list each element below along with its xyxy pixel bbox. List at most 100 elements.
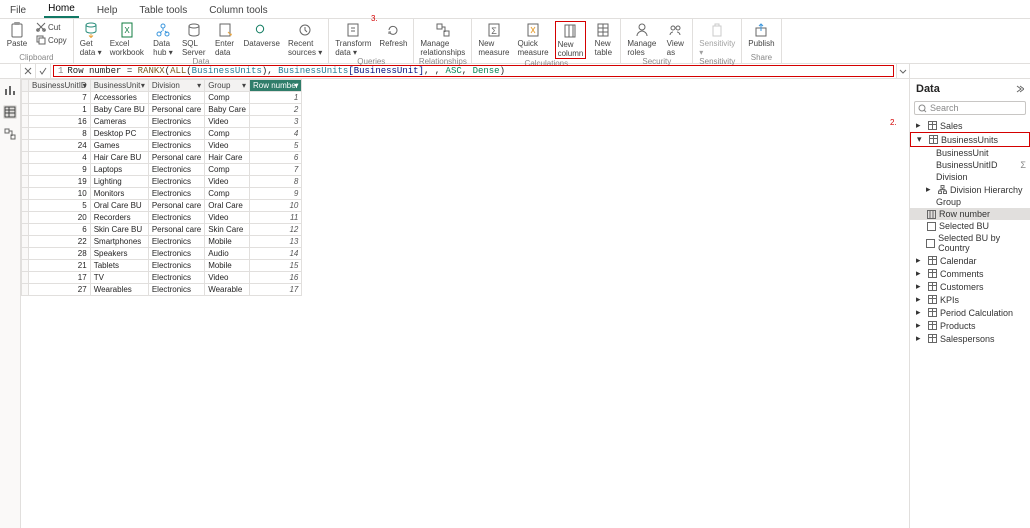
table-row[interactable]: 16CamerasElectronicsVideo3 — [22, 116, 302, 128]
chevron-down-icon[interactable]: ▾ — [292, 81, 300, 89]
tab-help[interactable]: Help — [93, 3, 122, 18]
table-period-calculation[interactable]: ▸ Period Calculation — [910, 306, 1030, 319]
chevron-right-icon: ▸ — [926, 184, 934, 195]
col-header-businessunit[interactable]: BusinessUnit▾ — [90, 80, 148, 92]
table-icon — [928, 135, 938, 145]
get-data-button[interactable]: Get data ▾ — [78, 21, 104, 57]
col-header-businessunitid[interactable]: BusinessUnitID▾ — [29, 80, 91, 92]
table-row[interactable]: 24GamesElectronicsVideo5 — [22, 140, 302, 152]
cell-group: Comp — [205, 92, 250, 104]
ribbon-group-security: Manage roles View as Security — [621, 19, 693, 63]
table-row[interactable]: 20RecordersElectronicsVideo11 — [22, 212, 302, 224]
sensitivity-button[interactable]: Sensitivity ▾ — [697, 21, 737, 57]
table-businessunits[interactable]: ▾ BusinessUnits — [910, 132, 1030, 147]
cell-group: Baby Care — [205, 104, 250, 116]
chevron-down-icon[interactable]: ▾ — [81, 81, 89, 89]
report-view-button[interactable] — [3, 83, 17, 97]
new-column-button[interactable]: New column — [555, 21, 587, 59]
data-hub-button[interactable]: Data hub ▾ — [150, 21, 176, 57]
excel-workbook-button[interactable]: X Excel workbook — [108, 21, 146, 57]
table-row[interactable]: 22SmartphonesElectronicsMobile13 — [22, 236, 302, 248]
cell-businessunit: Desktop PC — [90, 128, 148, 140]
manage-relationships-button[interactable]: Manage relationships — [418, 21, 467, 57]
data-view-button[interactable] — [3, 105, 17, 119]
field-businessunitid[interactable]: BusinessUnitID Σ — [910, 159, 1030, 171]
tab-home[interactable]: Home — [44, 1, 79, 18]
sql-server-button[interactable]: SQL Server — [180, 21, 208, 57]
view-as-button[interactable]: View as — [662, 21, 688, 57]
field-businessunit[interactable]: BusinessUnit — [910, 147, 1030, 159]
publish-icon — [753, 22, 769, 38]
svg-text:Σ: Σ — [491, 26, 497, 36]
panel-title: Data — [916, 83, 940, 95]
scissors-icon — [36, 22, 46, 32]
table-row[interactable]: 9LaptopsElectronicsComp7 — [22, 164, 302, 176]
data-table-area[interactable]: BusinessUnitID▾ BusinessUnit▾ Division▾ … — [21, 79, 909, 528]
cell-division: Electronics — [148, 116, 204, 128]
panel-collapse-button[interactable] — [1014, 84, 1024, 94]
tab-table-tools[interactable]: Table tools — [135, 3, 191, 18]
quick-measure-button[interactable]: Quick measure — [515, 21, 550, 57]
table-row[interactable]: 6Skin Care BUPersonal careSkin Care12 — [22, 224, 302, 236]
table-row[interactable]: 4Hair Care BUPersonal careHair Care6 — [22, 152, 302, 164]
table-row[interactable]: 1Baby Care BUPersonal careBaby Care2 — [22, 104, 302, 116]
chevron-down-icon[interactable]: ▾ — [139, 81, 147, 89]
manage-roles-button[interactable]: Manage roles — [625, 21, 658, 57]
field-row-number[interactable]: Row number — [910, 208, 1030, 220]
fields-search-input[interactable]: Search — [914, 101, 1026, 115]
table-kpis[interactable]: ▸ KPIs — [910, 293, 1030, 306]
model-view-button[interactable] — [3, 127, 17, 141]
ribbon-group-clipboard: Paste Cut Copy Clipboard — [0, 19, 74, 63]
cell-division: Electronics — [148, 164, 204, 176]
field-group[interactable]: Group — [910, 196, 1030, 208]
paste-button[interactable]: Paste — [4, 21, 30, 48]
col-header-group[interactable]: Group▾ — [205, 80, 250, 92]
field-division[interactable]: Division — [910, 171, 1030, 183]
table-row[interactable]: 27WearablesElectronicsWearable17 — [22, 284, 302, 296]
refresh-icon — [385, 22, 401, 38]
new-table-button[interactable]: New table — [590, 21, 616, 57]
tab-file[interactable]: File — [6, 3, 30, 18]
table-row[interactable]: 7AccessoriesElectronicsComp1 — [22, 92, 302, 104]
table-customers[interactable]: ▸ Customers — [910, 280, 1030, 293]
copy-button[interactable]: Copy — [34, 34, 69, 46]
tab-column-tools[interactable]: Column tools — [205, 3, 271, 18]
table-sales[interactable]: ▸ Sales — [910, 119, 1030, 132]
table-row[interactable]: 8Desktop PCElectronicsComp4 — [22, 128, 302, 140]
formula-cancel-button[interactable] — [21, 64, 36, 78]
chevron-down-icon[interactable]: ▾ — [195, 81, 203, 89]
table-row[interactable]: 17TVElectronicsVideo16 — [22, 272, 302, 284]
dataverse-button[interactable]: Dataverse — [242, 21, 282, 48]
table-products[interactable]: ▸ Products — [910, 319, 1030, 332]
refresh-button[interactable]: Refresh — [377, 21, 409, 48]
new-measure-button[interactable]: Σ New measure — [476, 21, 511, 57]
field-division-hierarchy[interactable]: ▸ Division Hierarchy — [910, 183, 1030, 196]
view-as-icon — [667, 22, 683, 38]
cell-row-number: 12 — [249, 224, 301, 236]
chevron-down-icon[interactable]: ▾ — [240, 81, 248, 89]
col-header-division[interactable]: Division▾ — [148, 80, 204, 92]
table-salespersons[interactable]: ▸ Salespersons — [910, 332, 1030, 345]
formula-bar[interactable]: 1 Row number = RANKX(ALL(BusinessUnits),… — [53, 65, 894, 77]
field-selected-bu[interactable]: Selected BU — [910, 220, 1030, 232]
col-header-row-number[interactable]: Row number▾ — [249, 80, 301, 92]
recent-sources-button[interactable]: Recent sources ▾ — [286, 21, 324, 57]
cut-button[interactable]: Cut — [34, 21, 69, 33]
table-calendar[interactable]: ▸ Calendar — [910, 254, 1030, 267]
calculated-column-icon — [926, 209, 936, 219]
table-comments[interactable]: ▸ Comments — [910, 267, 1030, 280]
formula-expand-button[interactable] — [896, 64, 909, 78]
measure-icon: Σ — [486, 22, 502, 38]
table-row[interactable]: 28SpeakersElectronicsAudio14 — [22, 248, 302, 260]
transform-data-button[interactable]: Transform data ▾ — [333, 21, 373, 57]
table-row[interactable]: 10MonitorsElectronicsComp9 — [22, 188, 302, 200]
table-row[interactable]: 21TabletsElectronicsMobile15 — [22, 260, 302, 272]
formula-commit-button[interactable] — [36, 64, 51, 78]
ribbon-group-queries: Transform data ▾ Refresh Queries — [329, 19, 414, 63]
table-row[interactable]: 19LightingElectronicsVideo8 — [22, 176, 302, 188]
table-row[interactable]: 5Oral Care BUPersonal careOral Care10 — [22, 200, 302, 212]
enter-data-button[interactable]: Enter data — [212, 21, 238, 57]
field-selected-bu-by-country[interactable]: Selected BU by Country — [910, 232, 1030, 254]
publish-button[interactable]: Publish — [746, 21, 776, 48]
sensitivity-icon — [709, 22, 725, 38]
